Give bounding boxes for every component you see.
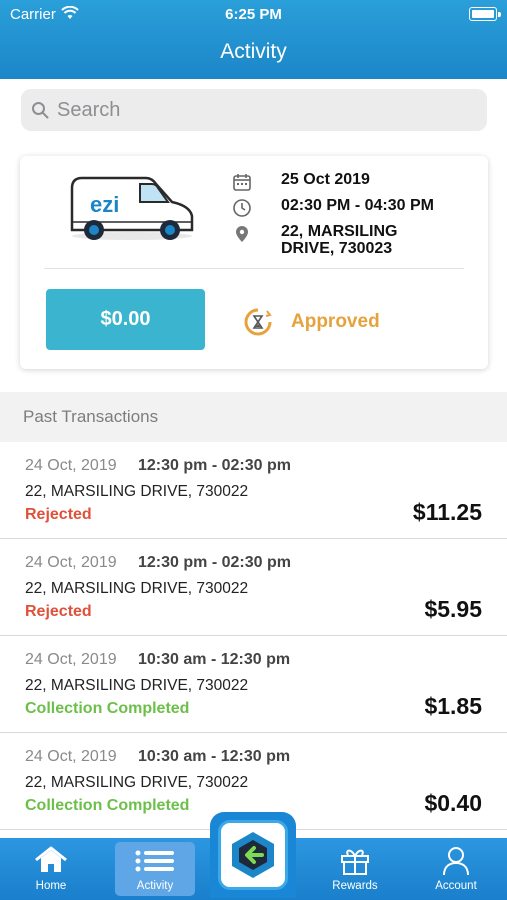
booking-status: Approved bbox=[291, 311, 380, 332]
transaction-address: 22, MARSILING DRIVE, 730022 bbox=[25, 580, 249, 597]
app-header: Carrier 6:25 PM Activity bbox=[0, 0, 507, 79]
tab-home[interactable]: Home bbox=[11, 838, 91, 900]
transaction-time-range: 10:30 am - 12:30 pm bbox=[138, 651, 291, 668]
transaction-amount: $5.95 bbox=[424, 596, 482, 622]
search-input[interactable] bbox=[57, 98, 457, 122]
clock-icon bbox=[233, 199, 251, 217]
card-divider bbox=[44, 268, 464, 269]
location-pin-icon bbox=[236, 226, 248, 242]
search-bar[interactable] bbox=[21, 89, 487, 131]
tab-rewards[interactable]: Rewards bbox=[315, 838, 395, 900]
transaction-row[interactable]: 24 Oct, 2019 10:30 am - 12:30 pm 22, MAR… bbox=[0, 636, 507, 733]
booking-address-line1: 22, MARSILING bbox=[281, 223, 398, 240]
center-action-button[interactable] bbox=[218, 820, 288, 890]
transaction-time-range: 12:30 pm - 02:30 pm bbox=[138, 554, 291, 571]
transaction-address: 22, MARSILING DRIVE, 730022 bbox=[25, 483, 249, 500]
booking-date: 25 Oct 2019 bbox=[281, 171, 370, 188]
tab-activity[interactable]: Activity bbox=[115, 842, 195, 896]
booking-address: 22, MARSILING DRIVE, 730023 bbox=[281, 223, 397, 257]
tab-account-label: Account bbox=[435, 880, 477, 892]
gift-icon bbox=[341, 849, 369, 875]
status-bar: Carrier 6:25 PM bbox=[0, 0, 507, 30]
battery-icon bbox=[469, 7, 501, 21]
home-icon bbox=[35, 846, 67, 872]
calendar-icon bbox=[233, 174, 251, 191]
tab-home-label: Home bbox=[35, 880, 67, 892]
transaction-time-range: 12:30 pm - 02:30 pm bbox=[138, 457, 291, 474]
transaction-row[interactable]: 24 Oct, 2019 12:30 pm - 02:30 pm 22, MAR… bbox=[0, 442, 507, 539]
booking-address-line2: DRIVE, 730023 bbox=[281, 240, 393, 257]
transaction-amount: $1.85 bbox=[424, 693, 482, 719]
transaction-date: 24 Oct, 2019 bbox=[25, 554, 117, 571]
transaction-date: 24 Oct, 2019 bbox=[25, 651, 117, 668]
hourglass-status-icon bbox=[244, 308, 272, 336]
van-brand-text: ezi bbox=[90, 192, 119, 217]
booking-time-range: 02:30 PM - 04:30 PM bbox=[281, 197, 434, 214]
transaction-status: Rejected bbox=[25, 506, 92, 523]
transaction-date: 24 Oct, 2019 bbox=[25, 457, 117, 474]
transaction-status: Collection Completed bbox=[25, 700, 190, 717]
van-icon: ezi bbox=[70, 176, 194, 240]
transaction-time-range: 10:30 am - 12:30 pm bbox=[138, 748, 291, 765]
clock-label: 6:25 PM bbox=[225, 6, 282, 23]
list-icon bbox=[135, 850, 174, 872]
page-title: Activity bbox=[220, 40, 287, 63]
tab-rewards-label: Rewards bbox=[332, 880, 378, 892]
transaction-row[interactable]: 24 Oct, 2019 12:30 pm - 02:30 pm 22, MAR… bbox=[0, 539, 507, 636]
transaction-date: 24 Oct, 2019 bbox=[25, 748, 117, 765]
user-icon bbox=[443, 847, 469, 876]
transaction-address: 22, MARSILING DRIVE, 730022 bbox=[25, 677, 249, 694]
transaction-status: Collection Completed bbox=[25, 797, 190, 814]
tab-account[interactable]: Account bbox=[416, 838, 496, 900]
transaction-amount: $0.40 bbox=[424, 790, 482, 816]
transaction-address: 22, MARSILING DRIVE, 730022 bbox=[25, 774, 249, 791]
transaction-status: Rejected bbox=[25, 603, 92, 620]
transaction-amount: $11.25 bbox=[412, 499, 482, 525]
search-icon bbox=[32, 102, 49, 119]
center-action-container bbox=[210, 812, 296, 898]
current-booking-card[interactable]: ezi 25 Oct 2019 02:30 PM - 04:30 PM 22, … bbox=[20, 156, 488, 369]
booking-amount-button[interactable]: $0.00 bbox=[46, 289, 205, 350]
app-logo-icon bbox=[232, 832, 274, 878]
past-transactions-header: Past Transactions bbox=[0, 392, 507, 442]
tab-activity-label: Activity bbox=[136, 880, 174, 892]
